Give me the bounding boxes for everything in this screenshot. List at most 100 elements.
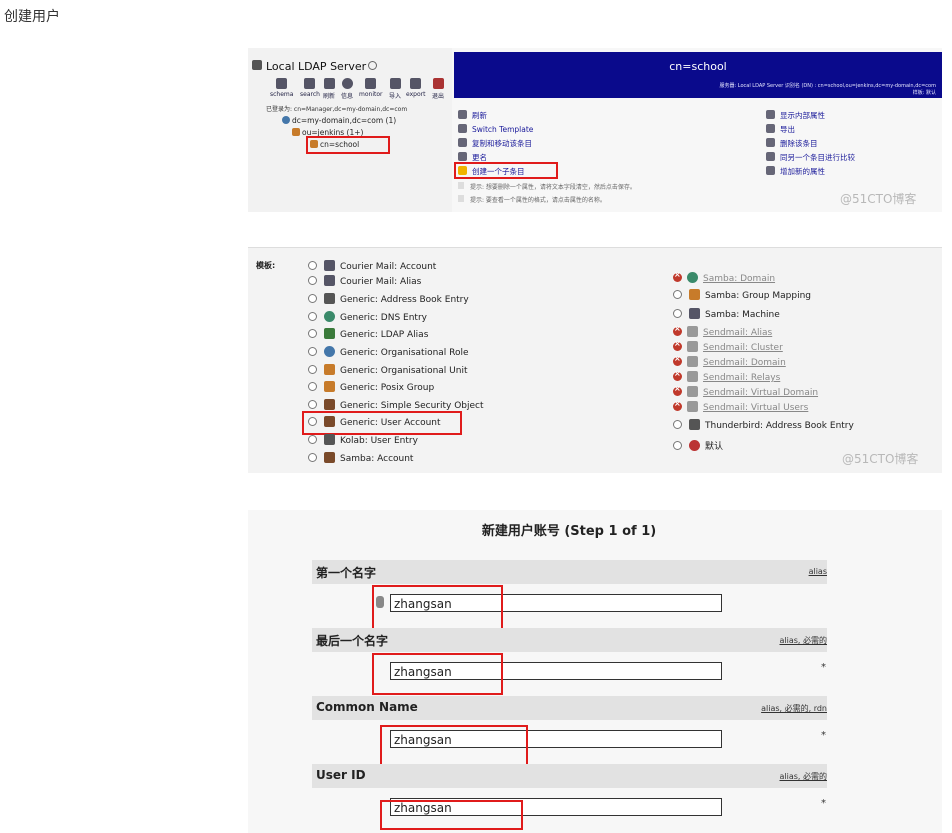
server-icon bbox=[252, 60, 262, 70]
template-option[interactable]: Samba: Account bbox=[308, 452, 413, 464]
watermark: @51CTO博客 bbox=[842, 452, 919, 466]
arrow-icon bbox=[324, 328, 335, 339]
radio-button[interactable] bbox=[308, 435, 317, 444]
highlight-box bbox=[306, 136, 390, 154]
trash-icon bbox=[766, 138, 775, 147]
kolab-icon bbox=[324, 434, 335, 445]
template-option-disabled: Sendmail: Domain bbox=[673, 354, 786, 368]
rename-icon bbox=[458, 152, 467, 161]
radio-button[interactable] bbox=[308, 382, 317, 391]
action-add-attribute[interactable]: 增加新的属性 bbox=[766, 166, 825, 177]
action-delete[interactable]: 删除该条目 bbox=[766, 138, 818, 149]
action-switch-template[interactable]: Switch Template bbox=[458, 124, 533, 134]
template-icon bbox=[458, 124, 467, 133]
radio-button[interactable] bbox=[673, 441, 682, 450]
toolbar-import[interactable]: 导入 bbox=[389, 78, 401, 100]
action-compare[interactable]: 同另一个条目进行比较 bbox=[766, 152, 855, 163]
radio-button[interactable] bbox=[308, 453, 317, 462]
highlight-box bbox=[380, 800, 523, 830]
radio-button[interactable] bbox=[308, 365, 317, 374]
template-option[interactable]: Samba: Machine bbox=[673, 308, 780, 320]
radio-button[interactable] bbox=[308, 400, 317, 409]
radio-button[interactable] bbox=[673, 309, 682, 318]
error-icon bbox=[673, 339, 682, 351]
action-copy-move[interactable]: 复制和移动该条目 bbox=[458, 138, 532, 149]
template-option[interactable]: Generic: Organisational Role bbox=[308, 346, 469, 358]
highlight-box bbox=[454, 162, 558, 179]
template-option[interactable]: 默认 bbox=[673, 439, 723, 452]
error-icon bbox=[673, 324, 682, 336]
template-option[interactable]: Samba: Group Mapping bbox=[673, 289, 811, 301]
mail-icon bbox=[687, 341, 698, 352]
template-option-disabled: Sendmail: Alias bbox=[673, 324, 772, 338]
refresh-small-icon[interactable] bbox=[368, 61, 377, 70]
template-option[interactable]: Courier Mail: Account bbox=[308, 260, 436, 272]
toolbar-schema[interactable]: schema bbox=[270, 78, 293, 98]
hint-delete: 提示: 想要删除一个属性，请将文本字段清空，然后点击保存。 bbox=[458, 182, 636, 191]
action-export[interactable]: 导出 bbox=[766, 124, 795, 135]
field-label[interactable]: Common Name bbox=[316, 700, 418, 714]
template-option[interactable]: Generic: LDAP Alias bbox=[308, 328, 428, 340]
radio-button[interactable] bbox=[673, 290, 682, 299]
field-label[interactable]: User ID bbox=[316, 768, 366, 782]
entry-dn-info: 服务器: Local LDAP Server 识别名 (DN) : cn=sch… bbox=[719, 83, 936, 96]
page-title: 创建用户 bbox=[4, 9, 60, 25]
template-label: 模板: bbox=[256, 261, 276, 270]
field-header-last-name: 最后一个名字 alias, 必需的 bbox=[312, 628, 827, 652]
globe-icon bbox=[324, 346, 335, 357]
radio-button[interactable] bbox=[673, 420, 682, 429]
address-book-icon bbox=[324, 293, 335, 304]
template-option-disabled: Sendmail: Cluster bbox=[673, 339, 783, 353]
default-template-icon bbox=[689, 440, 700, 451]
lightbulb-icon bbox=[458, 182, 464, 189]
template-option[interactable]: Generic: Address Book Entry bbox=[308, 293, 469, 305]
template-chooser-screenshot: 模板: Courier Mail: Account Courier Mail: … bbox=[248, 247, 942, 473]
tree-node-domain[interactable]: dc=my-domain,dc=com (1) bbox=[282, 116, 396, 125]
required-marker: * bbox=[821, 730, 826, 741]
copy-icon bbox=[458, 138, 467, 147]
radio-button[interactable] bbox=[308, 347, 317, 356]
template-option[interactable]: Generic: Simple Security Object bbox=[308, 399, 484, 411]
template-option[interactable]: Generic: DNS Entry bbox=[308, 311, 427, 323]
entry-header: cn=school 服务器: Local LDAP Server 识别名 (DN… bbox=[454, 52, 942, 98]
info-icon bbox=[341, 78, 353, 89]
field-label[interactable]: 最后一个名字 bbox=[316, 632, 388, 649]
ou-icon bbox=[292, 128, 300, 136]
tree-pane: Local LDAP Server schema search 刷新 信息 mo… bbox=[248, 48, 452, 212]
action-refresh[interactable]: 刷新 bbox=[458, 110, 487, 121]
toolbar-refresh[interactable]: 刷新 bbox=[323, 78, 335, 100]
samba-domain-icon bbox=[687, 272, 698, 283]
radio-button[interactable] bbox=[308, 276, 317, 285]
field-tags[interactable]: alias, 必需的 bbox=[779, 635, 827, 646]
lightbulb-icon bbox=[458, 195, 464, 202]
mail-icon bbox=[687, 386, 698, 397]
radio-button[interactable] bbox=[308, 312, 317, 321]
toolbar-logout[interactable]: 退出 bbox=[432, 78, 444, 100]
template-option-disabled: Sendmail: Virtual Domain bbox=[673, 384, 818, 398]
field-tags[interactable]: alias bbox=[809, 567, 827, 576]
error-icon bbox=[673, 354, 682, 366]
template-option-disabled: Sendmail: Relays bbox=[673, 369, 780, 383]
user-icon bbox=[324, 399, 335, 410]
toolbar-monitor[interactable]: monitor bbox=[359, 78, 382, 98]
field-tags[interactable]: alias, 必需的 bbox=[779, 771, 827, 782]
toolbar-search[interactable]: search bbox=[300, 78, 320, 98]
template-option[interactable]: Thunderbird: Address Book Entry bbox=[673, 419, 854, 431]
toolbar-export[interactable]: export bbox=[406, 78, 425, 98]
field-label[interactable]: 第一个名字 bbox=[316, 564, 376, 581]
radio-button[interactable] bbox=[308, 329, 317, 338]
toolbar-info[interactable]: 信息 bbox=[341, 78, 353, 100]
add-attribute-icon bbox=[766, 166, 775, 175]
export-icon bbox=[766, 124, 775, 133]
template-option[interactable]: Courier Mail: Alias bbox=[308, 275, 421, 287]
group-icon bbox=[689, 289, 700, 300]
tools-icon bbox=[766, 110, 775, 119]
template-option[interactable]: Generic: Posix Group bbox=[308, 381, 434, 393]
template-option[interactable]: Generic: Organisational Unit bbox=[308, 364, 468, 376]
field-tags[interactable]: alias, 必需的, rdn bbox=[761, 703, 827, 714]
action-show-internal[interactable]: 显示内部属性 bbox=[766, 110, 825, 121]
mail-icon bbox=[687, 326, 698, 337]
template-option[interactable]: Kolab: User Entry bbox=[308, 434, 418, 446]
radio-button[interactable] bbox=[308, 294, 317, 303]
radio-button[interactable] bbox=[308, 261, 317, 270]
